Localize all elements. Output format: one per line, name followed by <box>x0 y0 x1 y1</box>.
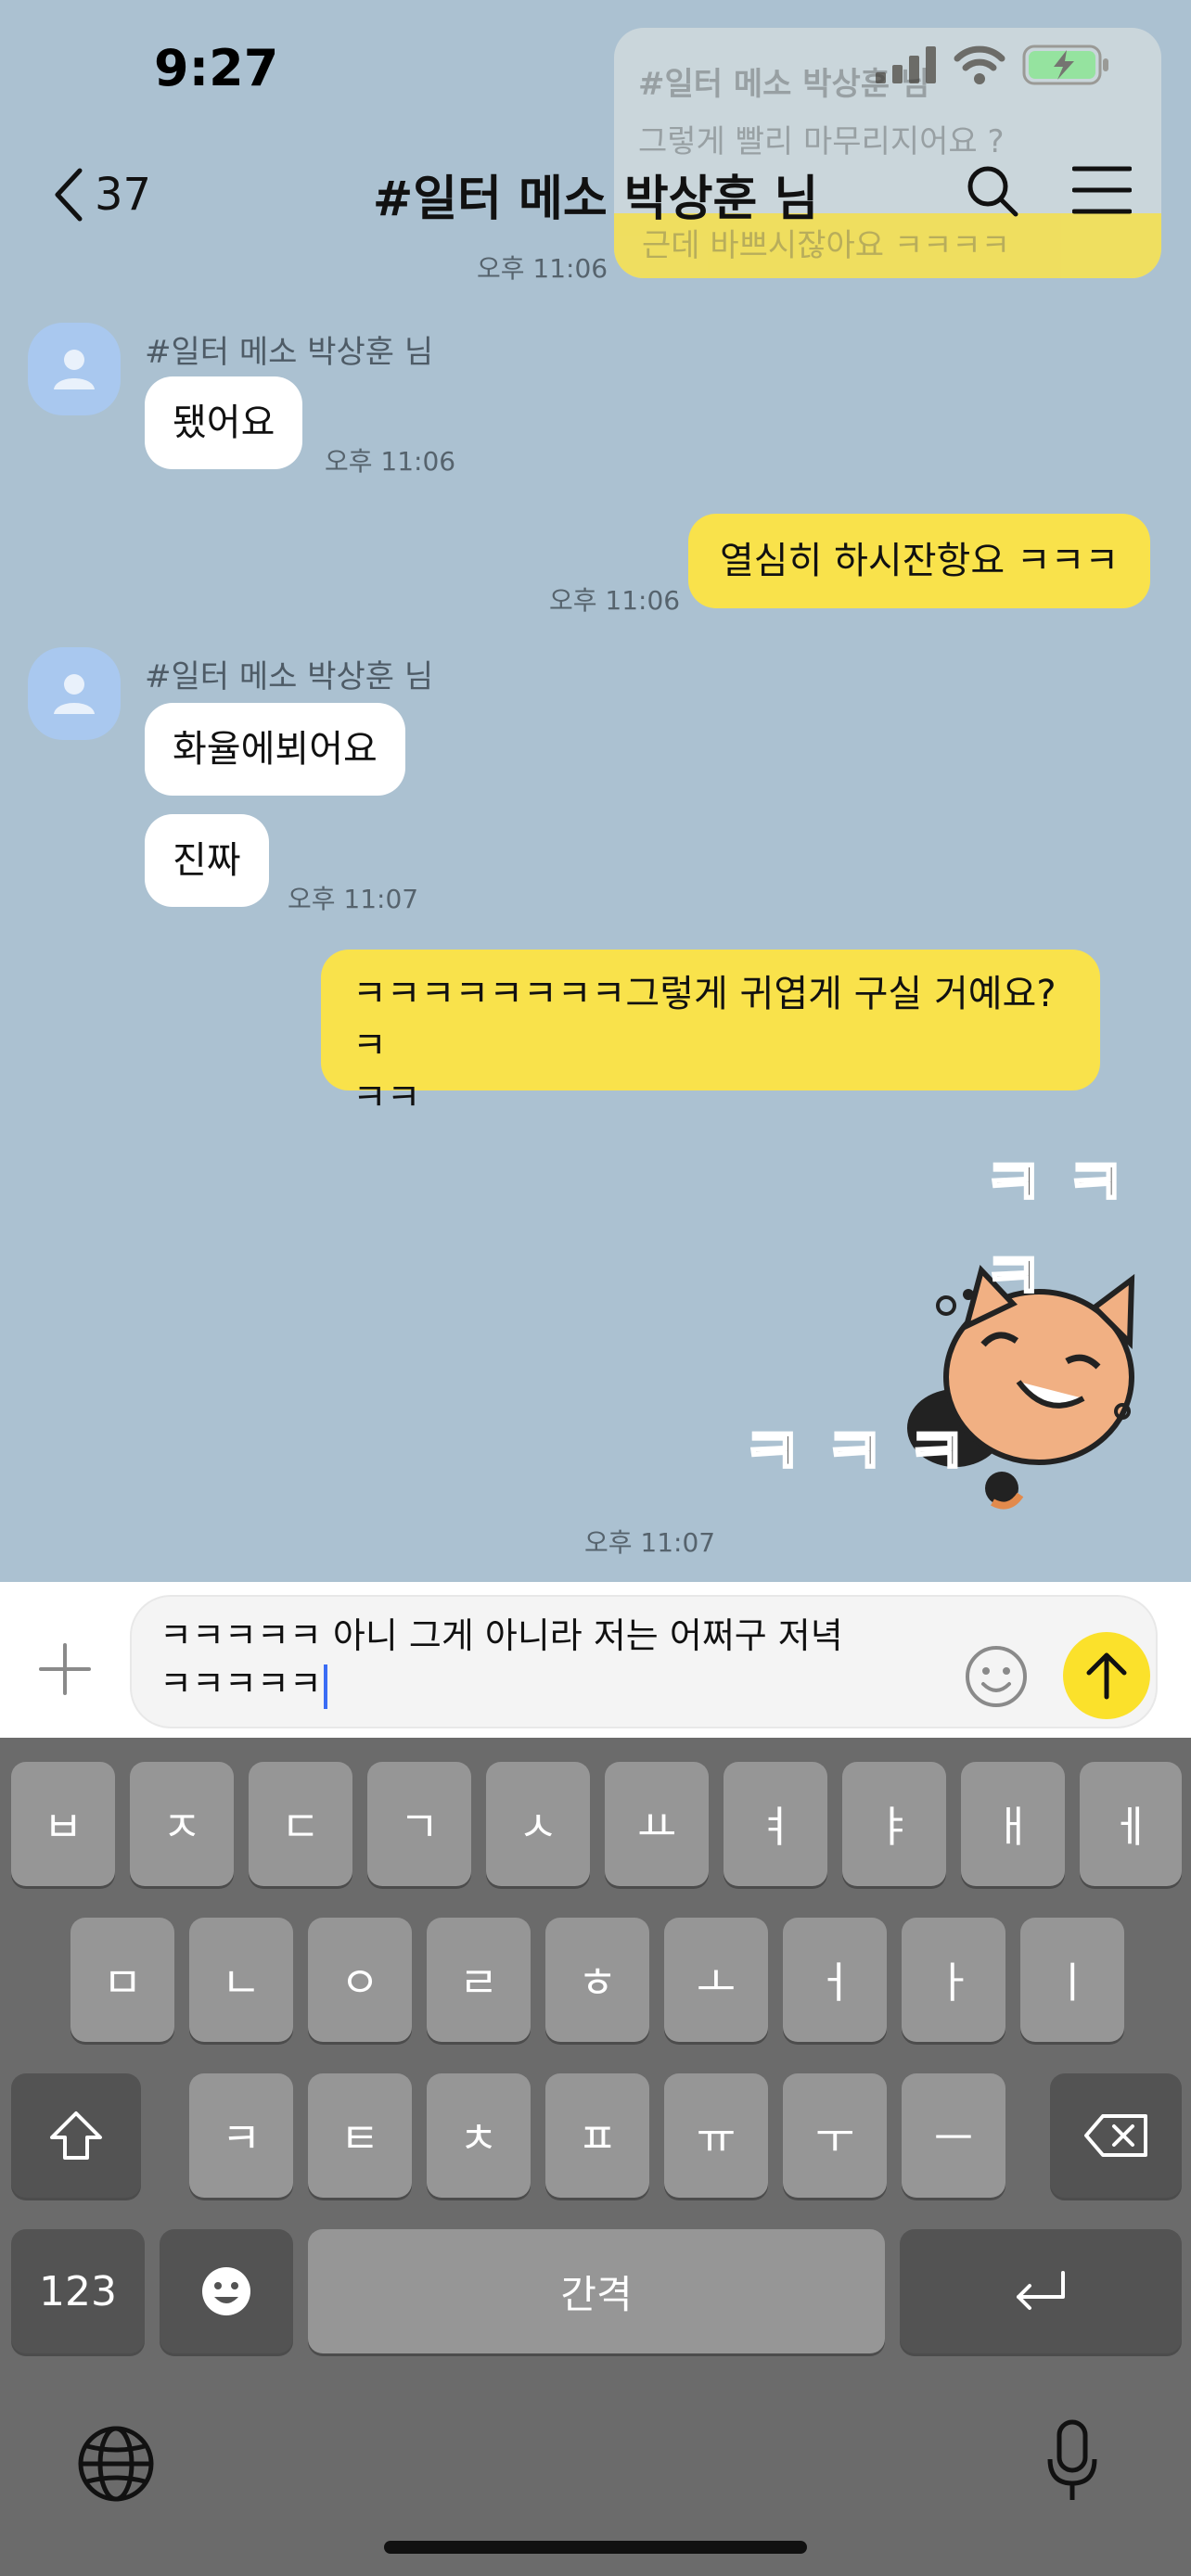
key[interactable]: ㅑ <box>842 1762 946 1886</box>
smiley-icon <box>966 1646 1027 1707</box>
message-time: 오후 11:06 <box>477 253 608 284</box>
key[interactable]: ㄱ <box>367 1762 471 1886</box>
incoming-message-bubble[interactable]: 됐어요 <box>145 376 303 469</box>
search-button[interactable] <box>965 163 1020 223</box>
key[interactable]: ㅅ <box>486 1762 590 1886</box>
emoticon-button[interactable] <box>963 1643 1030 1714</box>
key[interactable]: ㅁ <box>70 1918 174 2042</box>
key[interactable]: ㄹ <box>427 1918 531 2042</box>
key[interactable]: ㅜ <box>783 2073 887 2198</box>
sticker-message[interactable]: ㅋ ㅋ ㅋ ㅋ ㅋ ㅋ <box>724 1131 1169 1558</box>
search-icon <box>967 166 1018 217</box>
message-line: ㅋㅋㅋㅋㅋㅋㅋㅋ그렇게 귀엽게 구실 거예요? ㅋ <box>352 973 1057 1067</box>
keyboard: ㅂ ㅈ ㄷ ㄱ ㅅ ㅛ ㅕ ㅑ ㅐ ㅔ ㅁ ㄴ ㅇ ㄹ ㅎ ㅗ ㅓ ㅏ ㅣ ㅋ … <box>0 1738 1191 2576</box>
emoji-icon <box>202 2267 250 2315</box>
return-icon <box>1017 2271 1065 2310</box>
key[interactable]: ㅡ <box>902 2073 1005 2198</box>
backspace-key[interactable] <box>1050 2073 1182 2198</box>
key[interactable]: ㄷ <box>249 1762 352 1886</box>
key[interactable]: ㅏ <box>902 1918 1005 2042</box>
shift-icon <box>50 2111 102 2160</box>
shift-key[interactable] <box>11 2073 141 2198</box>
dictation-button[interactable] <box>1044 2418 1100 2507</box>
incoming-message-bubble[interactable]: 진짜 <box>145 814 269 907</box>
key[interactable]: ㅐ <box>961 1762 1065 1886</box>
key[interactable]: ㅠ <box>664 2073 768 2198</box>
outgoing-message-bubble[interactable]: 열심히 하시잔항요 ㅋㅋㅋ <box>688 514 1151 608</box>
incoming-message-bubble[interactable]: 화율에뵈어요 <box>145 703 405 796</box>
key[interactable]: ㅣ <box>1020 1918 1124 2042</box>
key[interactable]: ㅇ <box>308 1918 412 2042</box>
text-cursor <box>323 1664 327 1709</box>
number-mode-key[interactable]: 123 <box>11 2229 145 2353</box>
attach-button[interactable] <box>37 1641 93 1701</box>
person-icon <box>54 350 95 389</box>
avatar[interactable] <box>28 323 121 415</box>
home-indicator <box>384 2541 807 2554</box>
outgoing-message-bubble[interactable]: ㅋㅋㅋㅋㅋㅋㅋㅋ그렇게 귀엽게 구실 거예요? ㅋ ㅋㅋ <box>321 950 1100 1119</box>
sender-name: #일터 메소 박상훈 님 <box>145 334 434 371</box>
message-time: 오후 11:06 <box>549 585 681 616</box>
backspace-icon <box>1084 2114 1147 2157</box>
message-preview-overlay[interactable]: #일터 메소 박상훈 님 그렇게 빨리 마무리지어요 ? 근데 바쁘시잖아요 ㅋ… <box>614 28 1161 278</box>
plus-icon <box>39 1643 91 1695</box>
menu-button[interactable] <box>1071 165 1133 219</box>
key[interactable]: ㅛ <box>605 1762 709 1886</box>
globe-button[interactable] <box>76 2424 156 2507</box>
key[interactable]: ㄴ <box>189 1918 293 2042</box>
globe-icon <box>78 2426 154 2502</box>
status-time: 9:27 <box>154 39 279 97</box>
send-button[interactable] <box>1063 1632 1150 1719</box>
message-time: 오후 11:07 <box>584 1527 716 1558</box>
message-line: ㅋㅋ <box>352 1077 421 1119</box>
message-time: 오후 11:06 <box>325 446 456 477</box>
hamburger-menu-icon <box>1071 166 1133 214</box>
key[interactable]: ㅍ <box>545 2073 649 2198</box>
key[interactable]: ㅗ <box>664 1918 768 2042</box>
key[interactable]: ㅂ <box>11 1762 115 1886</box>
avatar[interactable] <box>28 647 121 740</box>
input-line: ㅋㅋㅋㅋㅋ 아니 그게 아니라 저는 어쩌구 저녁 <box>160 1615 843 1656</box>
key[interactable]: ㅔ <box>1080 1762 1182 1886</box>
return-key[interactable] <box>900 2229 1182 2353</box>
arrow-up-icon <box>1086 1652 1127 1700</box>
key[interactable]: ㅊ <box>427 2073 531 2198</box>
message-input-text[interactable]: ㅋㅋㅋㅋㅋ 아니 그게 아니라 저는 어쩌구 저녁 ㅋㅋㅋㅋㅋ <box>160 1612 957 1709</box>
key[interactable]: ㅌ <box>308 2073 412 2198</box>
sender-name: #일터 메소 박상훈 님 <box>145 658 434 695</box>
sticker-text: ㅋ ㅋ ㅋ <box>982 1144 1127 1317</box>
person-icon <box>54 674 95 714</box>
key[interactable]: ㅋ <box>189 2073 293 2198</box>
space-key[interactable]: 간격 <box>308 2229 885 2353</box>
preview-sender: #일터 메소 박상훈 님 <box>638 66 930 103</box>
key[interactable]: ㅎ <box>545 1918 649 2042</box>
sticker-text: ㅋ ㅋ ㅋ <box>741 1413 968 1492</box>
emoji-key[interactable] <box>160 2229 293 2353</box>
message-time: 오후 11:07 <box>288 884 419 914</box>
microphone-icon <box>1047 2419 1097 2500</box>
key[interactable]: ㅓ <box>783 1918 887 2042</box>
input-line: ㅋㅋㅋㅋㅋ <box>160 1664 322 1704</box>
key[interactable]: ㅈ <box>130 1762 234 1886</box>
key[interactable]: ㅕ <box>724 1762 827 1886</box>
